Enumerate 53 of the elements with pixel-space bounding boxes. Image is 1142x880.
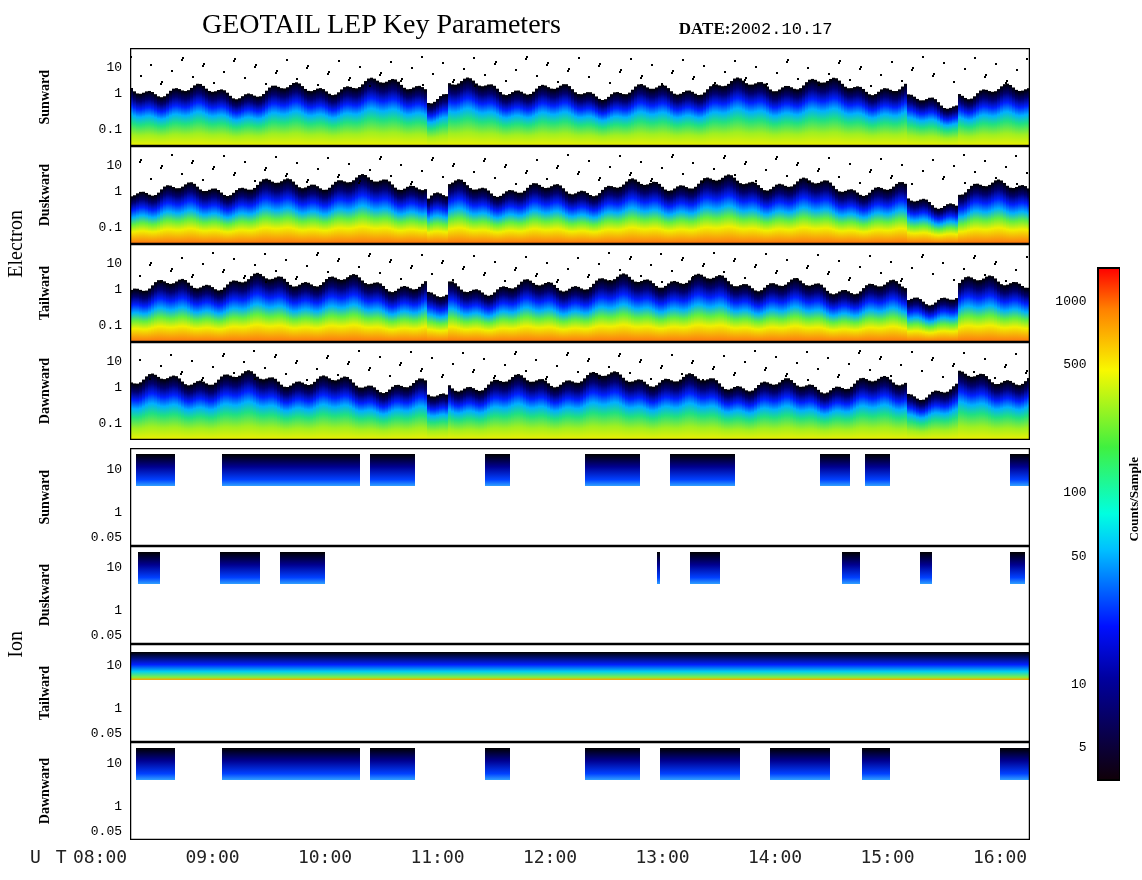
colorbar-tick-label: 10 bbox=[1070, 677, 1087, 693]
date-label: DATE:2002.10.17 bbox=[678, 19, 833, 39]
axis-tick-label: 0.1 bbox=[98, 318, 122, 334]
axis-tick-label: 1 bbox=[114, 184, 122, 200]
colorbar-tick-label: 50 bbox=[1070, 549, 1087, 565]
axis-tick-label: 0.05 bbox=[90, 726, 122, 742]
axis-tick-label: 0.05 bbox=[90, 824, 122, 840]
axis-tick-label: 10 bbox=[106, 756, 122, 772]
panel-label: Tailward bbox=[37, 266, 53, 320]
axis-title: U T bbox=[30, 845, 67, 867]
axis-tick-label: 0.1 bbox=[98, 220, 122, 236]
axis-tick-label: 10 bbox=[106, 354, 122, 370]
colorbar-tick-label: 500 bbox=[1063, 357, 1087, 373]
axis-tick-label: 1 bbox=[114, 603, 122, 619]
axis-tick-label: 09:00 bbox=[184, 845, 241, 867]
axis-tick-label: 10 bbox=[106, 560, 122, 576]
axis-tick-label: 12:00 bbox=[521, 845, 579, 867]
axis-tick-label: 16:00 bbox=[971, 845, 1029, 867]
axis-tick-label: 1 bbox=[114, 505, 122, 521]
axis-tick-label: 11:00 bbox=[409, 845, 466, 867]
panel-label: Dawnward bbox=[37, 357, 53, 425]
axis-tick-label: 1 bbox=[114, 701, 122, 717]
axis-tick-label: 10 bbox=[106, 60, 122, 76]
axis-tick-label: 10 bbox=[106, 256, 122, 272]
group-label: Ion bbox=[3, 630, 27, 658]
panel-label: Sunward bbox=[37, 69, 53, 125]
panel-label: Duskward bbox=[37, 163, 53, 227]
axis-tick-label: 1 bbox=[114, 380, 122, 396]
axis-tick-label: 0.05 bbox=[90, 530, 122, 546]
axis-tick-label: 0.1 bbox=[98, 122, 122, 138]
panel-label: Sunward bbox=[37, 469, 53, 525]
axis-tick-label: 08:00 bbox=[71, 845, 129, 867]
group-label: Electron bbox=[3, 210, 27, 278]
colorbar-tick-label: 1000 bbox=[1055, 294, 1087, 310]
axis-tick-label: 0.1 bbox=[98, 416, 122, 432]
panel-label: Dawnward bbox=[37, 757, 53, 825]
axis-tick-label: 10 bbox=[106, 658, 122, 674]
axis-tick-label: 10 bbox=[106, 462, 122, 478]
axis-tick-label: 10 bbox=[106, 158, 122, 174]
plot-title: GEOTAIL LEP Key Parameters bbox=[202, 8, 561, 40]
axis-tick-label: 13:00 bbox=[634, 845, 691, 867]
axis-tick-label: 1 bbox=[114, 282, 122, 298]
colorbar-tick-label: 5 bbox=[1078, 740, 1087, 756]
axis-tick-label: 10:00 bbox=[296, 845, 354, 867]
axis-tick-label: 15:00 bbox=[859, 845, 916, 867]
axis-tick-label: 14:00 bbox=[746, 845, 804, 867]
panel-label: Duskward bbox=[37, 563, 53, 627]
panel-label: Tailward bbox=[37, 666, 53, 720]
colorbar-tick-label: 100 bbox=[1063, 485, 1087, 501]
axis-tick-label: 1 bbox=[114, 86, 122, 102]
axis-tick-label: 0.05 bbox=[90, 628, 122, 644]
axis-tick-label: 1 bbox=[114, 799, 122, 815]
colorbar-title: Counts/Sample bbox=[1126, 457, 1142, 542]
